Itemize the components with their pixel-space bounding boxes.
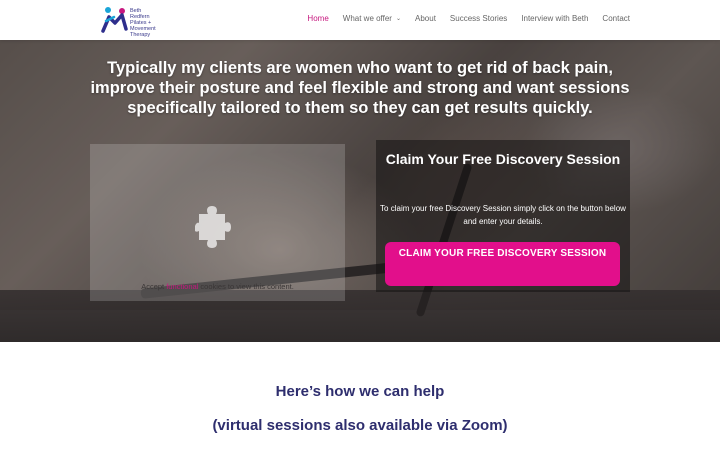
nav-item-contact[interactable]: Contact: [602, 14, 630, 23]
section-subtitle: (virtual sessions also available via Zoo…: [212, 417, 508, 434]
cookie-notice-prefix: Accept: [141, 282, 167, 291]
nav-item-success-stories[interactable]: Success Stories: [450, 14, 507, 23]
main-nav: Home What we offer ⌄ About Success Stori…: [293, 14, 630, 23]
cta-description: To claim your free Discovery Session sim…: [380, 204, 626, 226]
site-logo[interactable]: Beth Redfern Pilates + Movement Therapy: [100, 5, 170, 38]
hero-heading: Typically my clients are women who want …: [90, 59, 630, 117]
nav-item-what-we-offer[interactable]: What we offer ⌄: [343, 14, 401, 23]
nav-item-home[interactable]: Home: [307, 14, 328, 23]
logo-line: Therapy: [130, 32, 151, 38]
logo-text: Beth Redfern Pilates + Movement Therapy: [130, 8, 156, 38]
hero-section: Typically my clients are women who want …: [0, 40, 720, 342]
puzzle-piece-icon: [195, 206, 231, 248]
discovery-session-box: Claim Your Free Discovery Session To cla…: [376, 140, 630, 292]
cookie-notice-suffix: cookies to view this content.: [198, 282, 294, 291]
cookie-notice: Accept functional cookies to view this c…: [90, 282, 345, 291]
cta-title: Claim Your Free Discovery Session: [385, 151, 621, 167]
nav-item-interview-with-beth[interactable]: Interview with Beth: [521, 14, 588, 23]
nav-item-about[interactable]: About: [415, 14, 436, 23]
nav-item-label: What we offer: [342, 14, 392, 23]
functional-cookies-link[interactable]: functional: [166, 282, 198, 291]
cookie-blocked-video: Accept functional cookies to view this c…: [90, 144, 345, 301]
chevron-down-icon: ⌄: [395, 16, 402, 22]
section-title: Here’s how we can help: [275, 383, 445, 400]
site-header: Beth Redfern Pilates + Movement Therapy …: [0, 0, 720, 40]
logo-figure-icon: [101, 7, 128, 33]
claim-discovery-session-button[interactable]: CLAIM YOUR FREE DISCOVERY SESSION: [385, 242, 620, 286]
